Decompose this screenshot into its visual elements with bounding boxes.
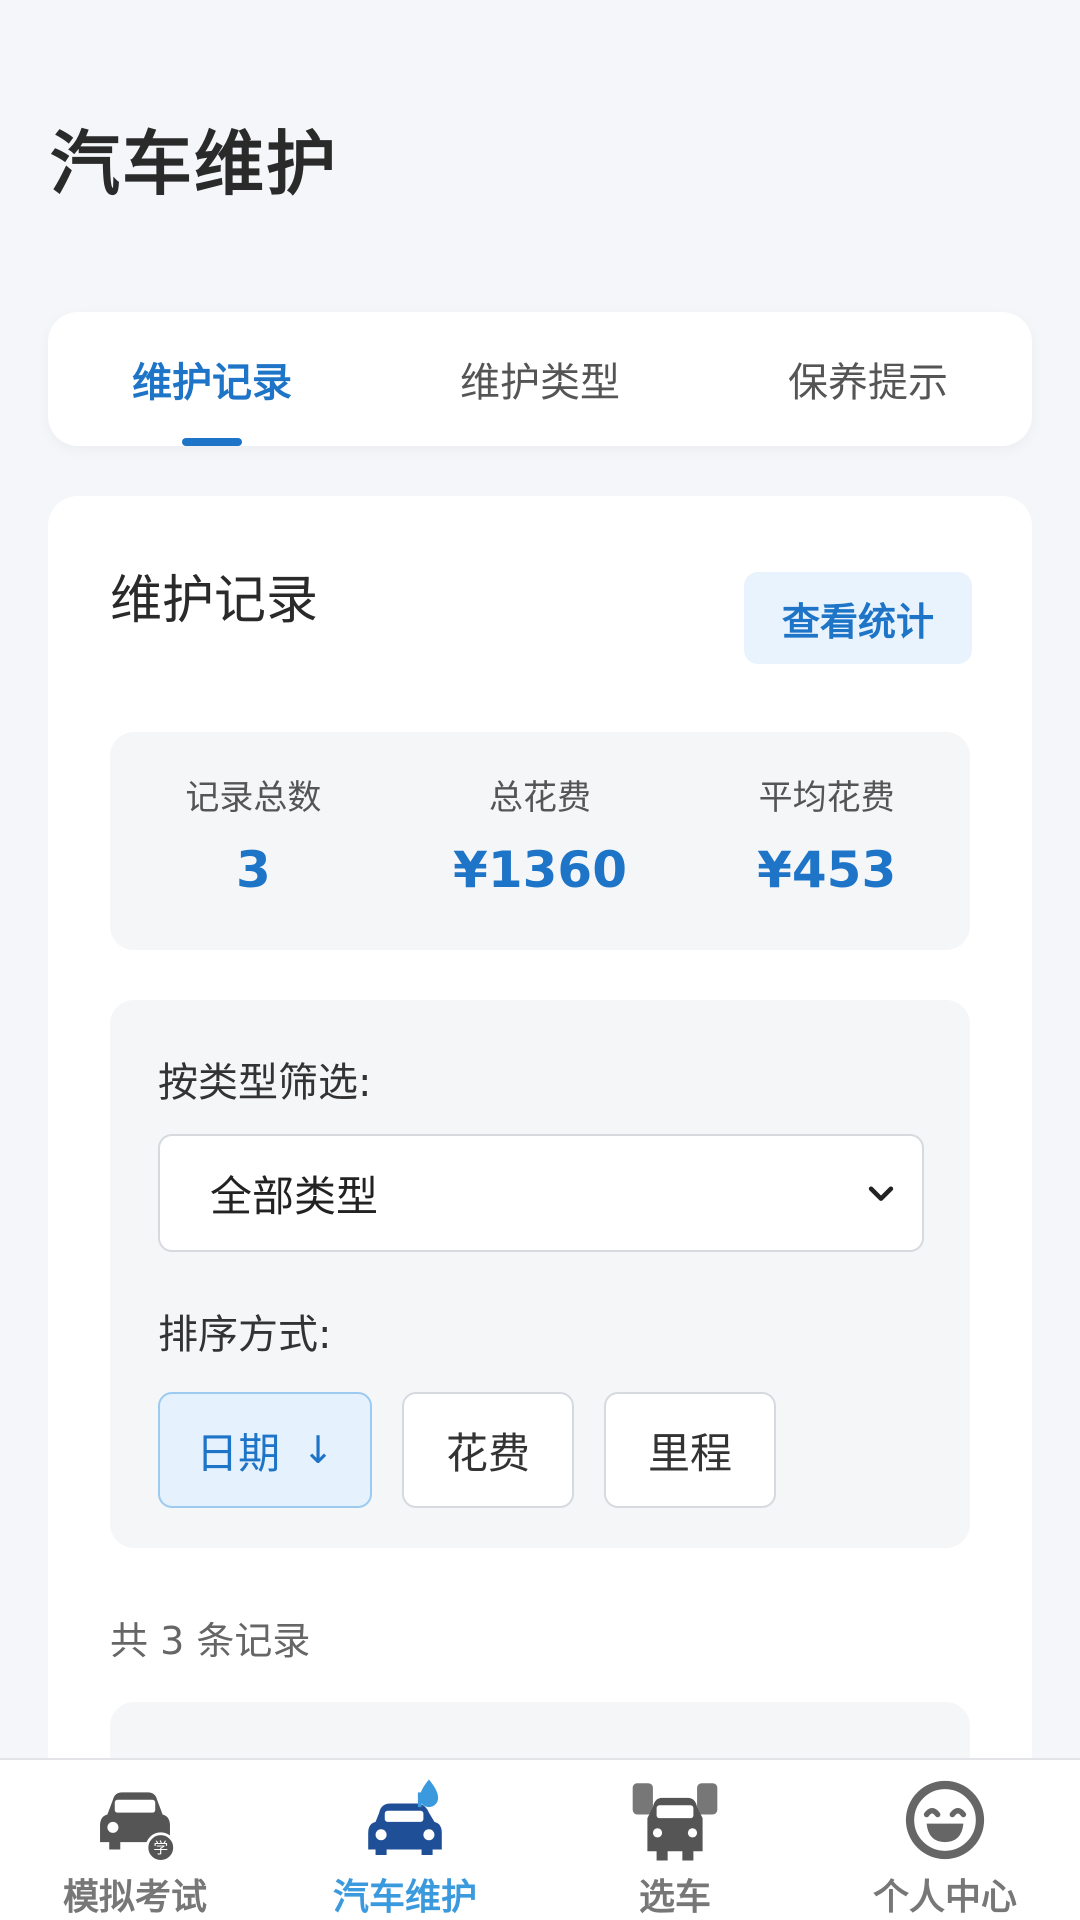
summary-value: ¥453 <box>757 841 897 899</box>
sort-options: 日期 ↓ 花费 里程 <box>158 1392 806 1508</box>
sort-direction-icon: ↓ <box>302 1428 334 1472</box>
type-filter-label: 按类型筛选: <box>158 1060 372 1106</box>
car-select-icon <box>632 1783 718 1861</box>
summary-label: 总花费 <box>489 778 591 818</box>
nav-label: 汽车维护 <box>332 1877 477 1918</box>
select-value: 全部类型 <box>210 1171 379 1221</box>
view-stats-button[interactable]: 查看统计 <box>744 572 972 664</box>
chevron-down-icon <box>868 1186 894 1201</box>
car-maintenance-icon <box>368 1779 442 1855</box>
sort-by-mileage-button[interactable]: 里程 <box>604 1392 776 1508</box>
summary-label: 记录总数 <box>185 778 322 818</box>
tab-bar: 维护记录 维护类型 保养提示 <box>48 312 1032 446</box>
summary-label: 平均花费 <box>758 778 895 818</box>
svg-text:学: 学 <box>153 1840 168 1857</box>
section-title: 维护记录 <box>110 571 319 631</box>
tab-maintenance-records[interactable]: 维护记录 <box>48 312 376 446</box>
tab-label: 维护记录 <box>132 360 292 406</box>
app-screen: 汽车维护 维护记录 维护类型 保养提示 维护记录 查看统计 记录总数 3 总花费… <box>0 0 1080 1920</box>
records-card: 维护记录 查看统计 记录总数 3 总花费 ¥1360 平均花费 ¥453 按类型… <box>48 496 1032 1920</box>
nav-car-select[interactable]: 选车 <box>540 1760 810 1920</box>
nav-car-maintenance[interactable]: 汽车维护 <box>270 1760 540 1920</box>
sort-by-cost-button[interactable]: 花费 <box>402 1392 574 1508</box>
nav-profile[interactable]: 个人中心 <box>810 1760 1080 1920</box>
sort-label: 排序方式: <box>158 1312 332 1358</box>
summary-average-cost: 平均花费 ¥453 <box>683 732 970 950</box>
page-title: 汽车维护 <box>50 123 338 205</box>
summary-total-cost: 总花费 ¥1360 <box>397 732 684 950</box>
tab-maintenance-types[interactable]: 维护类型 <box>376 312 704 446</box>
car-study-icon: 学 <box>100 1792 176 1863</box>
sort-button-label: 花费 <box>445 1428 530 1478</box>
sort-button-label: 里程 <box>647 1428 732 1478</box>
record-count: 共 3 条记录 <box>110 1619 311 1663</box>
bottom-tab-bar: 学 模拟考试 汽车维护 选车 个人中心 <box>0 1758 1080 1920</box>
nav-label: 选车 <box>638 1877 711 1918</box>
filter-panel: 按类型筛选: 全部类型 排序方式: 日期 ↓ 花费 里程 <box>110 1000 970 1548</box>
summary-value: 3 <box>235 841 271 899</box>
summary-panel: 记录总数 3 总花费 ¥1360 平均花费 ¥453 <box>110 732 970 950</box>
summary-value: ¥1360 <box>453 841 627 899</box>
smiley-face-icon <box>905 1780 985 1860</box>
nav-label: 模拟考试 <box>62 1877 207 1918</box>
tab-label: 保养提示 <box>788 360 948 406</box>
sort-button-label: 日期 <box>196 1428 281 1478</box>
sort-by-date-button[interactable]: 日期 ↓ <box>158 1392 372 1508</box>
type-filter-select[interactable]: 全部类型 <box>158 1134 924 1252</box>
nav-mock-exam[interactable]: 学 模拟考试 <box>0 1760 270 1920</box>
nav-label: 个人中心 <box>872 1877 1017 1918</box>
tab-label: 维护类型 <box>460 360 620 406</box>
tab-maintenance-tips[interactable]: 保养提示 <box>704 312 1032 446</box>
summary-total-records: 记录总数 3 <box>110 732 397 950</box>
